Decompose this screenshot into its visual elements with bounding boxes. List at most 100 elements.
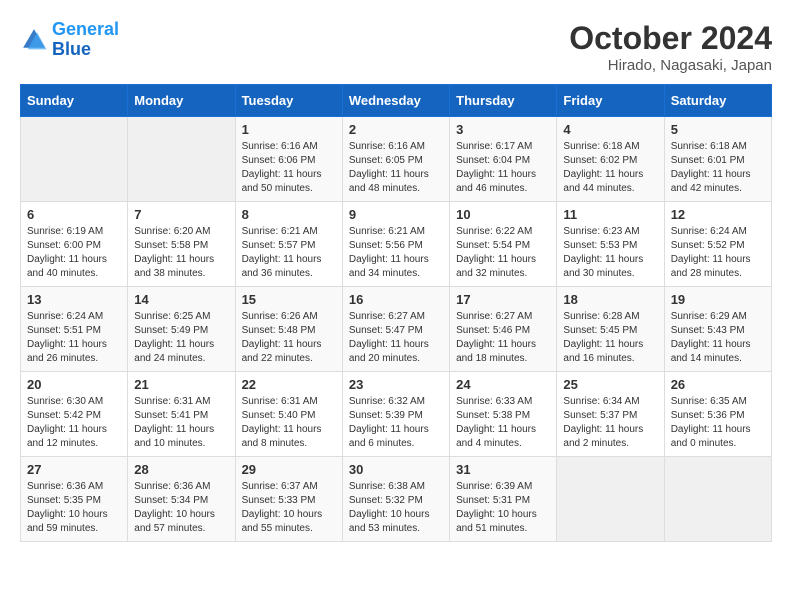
calendar-cell: 28 Sunrise: 6:36 AMSunset: 5:34 PMDaylig… xyxy=(128,457,235,542)
day-info: Sunrise: 6:20 AMSunset: 5:58 PMDaylight:… xyxy=(134,225,228,281)
day-number: 17 xyxy=(456,292,550,307)
calendar-cell: 1 Sunrise: 6:16 AMSunset: 6:06 PMDayligh… xyxy=(235,117,342,202)
calendar-cell xyxy=(21,117,128,202)
day-number: 14 xyxy=(134,292,228,307)
day-number: 8 xyxy=(242,207,336,222)
calendar-cell: 13 Sunrise: 6:24 AMSunset: 5:51 PMDaylig… xyxy=(21,287,128,372)
day-info: Sunrise: 6:29 AMSunset: 5:43 PMDaylight:… xyxy=(671,310,765,366)
weekday-header-wednesday: Wednesday xyxy=(342,85,449,117)
location-subtitle: Hirado, Nagasaki, Japan xyxy=(569,57,772,74)
calendar-cell: 30 Sunrise: 6:38 AMSunset: 5:32 PMDaylig… xyxy=(342,457,449,542)
weekday-header-friday: Friday xyxy=(557,85,664,117)
day-info: Sunrise: 6:33 AMSunset: 5:38 PMDaylight:… xyxy=(456,395,550,451)
calendar-cell: 5 Sunrise: 6:18 AMSunset: 6:01 PMDayligh… xyxy=(664,117,771,202)
calendar-cell: 11 Sunrise: 6:23 AMSunset: 5:53 PMDaylig… xyxy=(557,202,664,287)
calendar-week-row: 1 Sunrise: 6:16 AMSunset: 6:06 PMDayligh… xyxy=(21,117,772,202)
calendar-cell: 12 Sunrise: 6:24 AMSunset: 5:52 PMDaylig… xyxy=(664,202,771,287)
day-number: 7 xyxy=(134,207,228,222)
day-info: Sunrise: 6:18 AMSunset: 6:02 PMDaylight:… xyxy=(563,140,657,196)
day-info: Sunrise: 6:21 AMSunset: 5:57 PMDaylight:… xyxy=(242,225,336,281)
calendar-table: SundayMondayTuesdayWednesdayThursdayFrid… xyxy=(20,84,772,542)
day-number: 22 xyxy=(242,377,336,392)
logo: General Blue xyxy=(20,20,119,60)
day-number: 11 xyxy=(563,207,657,222)
calendar-cell: 25 Sunrise: 6:34 AMSunset: 5:37 PMDaylig… xyxy=(557,372,664,457)
day-number: 9 xyxy=(349,207,443,222)
day-info: Sunrise: 6:27 AMSunset: 5:47 PMDaylight:… xyxy=(349,310,443,366)
day-number: 21 xyxy=(134,377,228,392)
day-info: Sunrise: 6:35 AMSunset: 5:36 PMDaylight:… xyxy=(671,395,765,451)
calendar-cell: 18 Sunrise: 6:28 AMSunset: 5:45 PMDaylig… xyxy=(557,287,664,372)
calendar-cell: 23 Sunrise: 6:32 AMSunset: 5:39 PMDaylig… xyxy=(342,372,449,457)
day-info: Sunrise: 6:36 AMSunset: 5:34 PMDaylight:… xyxy=(134,480,228,536)
calendar-cell: 15 Sunrise: 6:26 AMSunset: 5:48 PMDaylig… xyxy=(235,287,342,372)
day-number: 4 xyxy=(563,122,657,137)
logo-icon xyxy=(20,26,48,54)
day-number: 1 xyxy=(242,122,336,137)
day-info: Sunrise: 6:19 AMSunset: 6:00 PMDaylight:… xyxy=(27,225,121,281)
day-number: 13 xyxy=(27,292,121,307)
calendar-cell xyxy=(557,457,664,542)
day-number: 26 xyxy=(671,377,765,392)
day-number: 5 xyxy=(671,122,765,137)
day-number: 3 xyxy=(456,122,550,137)
calendar-cell: 4 Sunrise: 6:18 AMSunset: 6:02 PMDayligh… xyxy=(557,117,664,202)
day-number: 31 xyxy=(456,462,550,477)
day-info: Sunrise: 6:32 AMSunset: 5:39 PMDaylight:… xyxy=(349,395,443,451)
day-info: Sunrise: 6:31 AMSunset: 5:40 PMDaylight:… xyxy=(242,395,336,451)
calendar-cell: 27 Sunrise: 6:36 AMSunset: 5:35 PMDaylig… xyxy=(21,457,128,542)
day-number: 29 xyxy=(242,462,336,477)
day-info: Sunrise: 6:36 AMSunset: 5:35 PMDaylight:… xyxy=(27,480,121,536)
day-info: Sunrise: 6:18 AMSunset: 6:01 PMDaylight:… xyxy=(671,140,765,196)
calendar-week-row: 13 Sunrise: 6:24 AMSunset: 5:51 PMDaylig… xyxy=(21,287,772,372)
logo-text: General Blue xyxy=(52,20,119,60)
day-info: Sunrise: 6:27 AMSunset: 5:46 PMDaylight:… xyxy=(456,310,550,366)
day-number: 30 xyxy=(349,462,443,477)
day-info: Sunrise: 6:30 AMSunset: 5:42 PMDaylight:… xyxy=(27,395,121,451)
day-info: Sunrise: 6:26 AMSunset: 5:48 PMDaylight:… xyxy=(242,310,336,366)
calendar-cell: 29 Sunrise: 6:37 AMSunset: 5:33 PMDaylig… xyxy=(235,457,342,542)
calendar-cell xyxy=(664,457,771,542)
weekday-header-thursday: Thursday xyxy=(450,85,557,117)
calendar-cell: 16 Sunrise: 6:27 AMSunset: 5:47 PMDaylig… xyxy=(342,287,449,372)
day-info: Sunrise: 6:24 AMSunset: 5:51 PMDaylight:… xyxy=(27,310,121,366)
calendar-cell: 7 Sunrise: 6:20 AMSunset: 5:58 PMDayligh… xyxy=(128,202,235,287)
day-number: 27 xyxy=(27,462,121,477)
calendar-cell: 20 Sunrise: 6:30 AMSunset: 5:42 PMDaylig… xyxy=(21,372,128,457)
weekday-header-tuesday: Tuesday xyxy=(235,85,342,117)
day-info: Sunrise: 6:17 AMSunset: 6:04 PMDaylight:… xyxy=(456,140,550,196)
day-number: 20 xyxy=(27,377,121,392)
day-info: Sunrise: 6:39 AMSunset: 5:31 PMDaylight:… xyxy=(456,480,550,536)
page-header: General Blue October 2024 Hirado, Nagasa… xyxy=(20,20,772,74)
weekday-header-row: SundayMondayTuesdayWednesdayThursdayFrid… xyxy=(21,85,772,117)
calendar-week-row: 20 Sunrise: 6:30 AMSunset: 5:42 PMDaylig… xyxy=(21,372,772,457)
calendar-cell: 21 Sunrise: 6:31 AMSunset: 5:41 PMDaylig… xyxy=(128,372,235,457)
day-info: Sunrise: 6:31 AMSunset: 5:41 PMDaylight:… xyxy=(134,395,228,451)
calendar-cell: 2 Sunrise: 6:16 AMSunset: 6:05 PMDayligh… xyxy=(342,117,449,202)
title-block: October 2024 Hirado, Nagasaki, Japan xyxy=(569,20,772,74)
calendar-cell: 31 Sunrise: 6:39 AMSunset: 5:31 PMDaylig… xyxy=(450,457,557,542)
day-number: 25 xyxy=(563,377,657,392)
calendar-cell xyxy=(128,117,235,202)
weekday-header-sunday: Sunday xyxy=(21,85,128,117)
weekday-header-saturday: Saturday xyxy=(664,85,771,117)
day-number: 24 xyxy=(456,377,550,392)
calendar-cell: 26 Sunrise: 6:35 AMSunset: 5:36 PMDaylig… xyxy=(664,372,771,457)
day-info: Sunrise: 6:16 AMSunset: 6:05 PMDaylight:… xyxy=(349,140,443,196)
month-title: October 2024 xyxy=(569,20,772,57)
day-number: 15 xyxy=(242,292,336,307)
day-info: Sunrise: 6:38 AMSunset: 5:32 PMDaylight:… xyxy=(349,480,443,536)
day-number: 2 xyxy=(349,122,443,137)
day-info: Sunrise: 6:37 AMSunset: 5:33 PMDaylight:… xyxy=(242,480,336,536)
calendar-cell: 3 Sunrise: 6:17 AMSunset: 6:04 PMDayligh… xyxy=(450,117,557,202)
day-number: 10 xyxy=(456,207,550,222)
calendar-cell: 8 Sunrise: 6:21 AMSunset: 5:57 PMDayligh… xyxy=(235,202,342,287)
calendar-cell: 10 Sunrise: 6:22 AMSunset: 5:54 PMDaylig… xyxy=(450,202,557,287)
weekday-header-monday: Monday xyxy=(128,85,235,117)
day-info: Sunrise: 6:25 AMSunset: 5:49 PMDaylight:… xyxy=(134,310,228,366)
calendar-cell: 24 Sunrise: 6:33 AMSunset: 5:38 PMDaylig… xyxy=(450,372,557,457)
day-number: 12 xyxy=(671,207,765,222)
day-info: Sunrise: 6:16 AMSunset: 6:06 PMDaylight:… xyxy=(242,140,336,196)
day-number: 28 xyxy=(134,462,228,477)
day-number: 16 xyxy=(349,292,443,307)
